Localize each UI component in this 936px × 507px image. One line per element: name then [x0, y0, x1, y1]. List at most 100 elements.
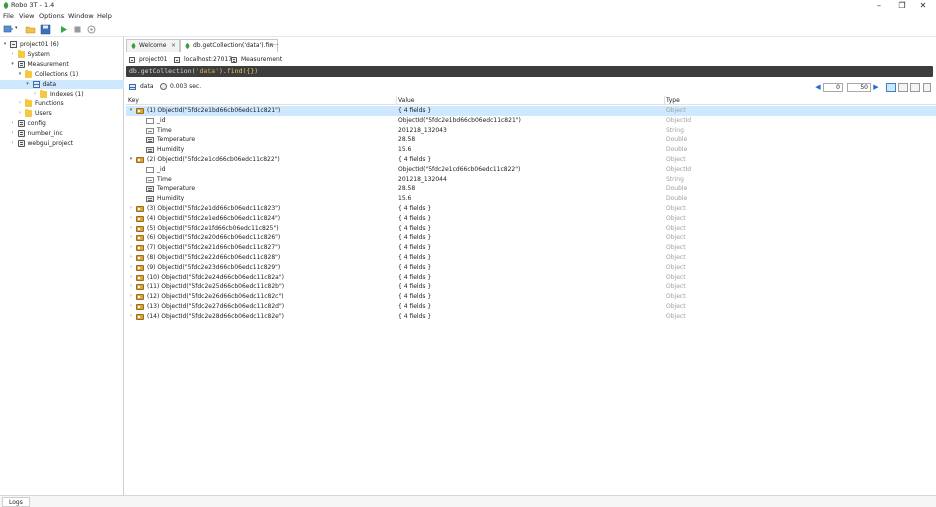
- chevron-right-icon[interactable]: ›: [17, 109, 23, 118]
- table-row[interactable]: › (14) ObjectId("5fdc2e28d66cb06edc11c82e…: [126, 312, 936, 322]
- chevron-down-icon[interactable]: ▾: [128, 106, 134, 116]
- table-row[interactable]: › (11) ObjectId("5fdc2e25d66cb06edc11c82b…: [126, 282, 936, 292]
- tree-item[interactable]: › Users: [0, 109, 124, 118]
- row-type: ObjectId: [666, 165, 692, 173]
- column-value[interactable]: Value: [398, 97, 414, 104]
- open-folder-icon[interactable]: [25, 24, 36, 35]
- table-row[interactable]: _id ObjectId("5fdc2e1bd66cb06edc11c821") O…: [126, 116, 936, 126]
- connect-icon[interactable]: [3, 24, 14, 35]
- tree-item[interactable]: ▾ data: [0, 79, 124, 89]
- limit-input[interactable]: 50: [847, 83, 871, 92]
- stop-icon[interactable]: [72, 24, 83, 35]
- chevron-right-icon[interactable]: ›: [128, 302, 134, 312]
- tab-query[interactable]: db.getCollection('data').fin··· ×: [180, 39, 279, 52]
- chevron-right-icon[interactable]: ›: [128, 253, 134, 263]
- tree-view-button[interactable]: [886, 83, 896, 92]
- tree-item[interactable]: › number_inc: [0, 129, 124, 138]
- menu-window[interactable]: Window: [68, 12, 94, 20]
- chevron-down-icon[interactable]: ▾: [2, 40, 8, 49]
- text-view-button[interactable]: [910, 83, 920, 92]
- tree-item[interactable]: ▾ Measurement: [0, 60, 124, 69]
- tree-item[interactable]: ▾ Collections (1): [0, 69, 124, 79]
- table-view-button[interactable]: [898, 83, 908, 92]
- tree-item[interactable]: ▾ project01 (6): [0, 40, 124, 49]
- chevron-right-icon[interactable]: ›: [128, 282, 134, 292]
- chevron-right-icon[interactable]: ›: [10, 139, 16, 148]
- chevron-right-icon[interactable]: ›: [128, 214, 134, 224]
- chevron-right-icon[interactable]: ›: [10, 129, 16, 138]
- chevron-down-icon[interactable]: ▾: [128, 155, 134, 165]
- query-editor[interactable]: db.getCollection('data').find({}): [126, 66, 933, 77]
- tree-item[interactable]: › webgui_project: [0, 139, 124, 148]
- table-row[interactable]: _id ObjectId("5fdc2e1cd66cb06edc11c822") O…: [126, 165, 936, 175]
- column-divider[interactable]: [396, 96, 397, 105]
- table-row[interactable]: › (6) ObjectId("5fdc2e20d66cb06edc11c826"…: [126, 233, 936, 243]
- logs-tab[interactable]: Logs: [2, 497, 30, 507]
- object-icon: [136, 294, 144, 301]
- connect-dropdown-icon[interactable]: ▾: [15, 25, 18, 31]
- tab-welcome[interactable]: Welcome ×: [126, 39, 180, 52]
- result-tree-grid: Key Value Type ▾ (1) ObjectId("5fdc2e1bd6…: [126, 96, 936, 495]
- explorer-tree: ▾ project01 (6) › System ▾ Measurement ▾ Collec…: [0, 37, 124, 495]
- tree-item-label: System: [27, 50, 50, 58]
- table-row[interactable]: › (9) ObjectId("5fdc2e23d66cb06edc11c829"…: [126, 263, 936, 273]
- table-row[interactable]: › (7) ObjectId("5fdc2e21d66cb06edc11c827"…: [126, 243, 936, 253]
- tab-close-icon[interactable]: ×: [171, 40, 176, 52]
- menu-options[interactable]: Options: [39, 12, 64, 20]
- chevron-right-icon[interactable]: ›: [128, 243, 134, 253]
- close-button[interactable]: ✕: [912, 0, 934, 11]
- menu-file[interactable]: File: [3, 12, 14, 20]
- tree-item-label: Functions: [35, 100, 64, 108]
- chevron-right-icon[interactable]: ›: [128, 312, 134, 322]
- chevron-right-icon[interactable]: ›: [128, 263, 134, 273]
- table-row[interactable]: Time 201218_132043 String: [126, 126, 936, 136]
- table-row[interactable]: Humidity 15.6 Double: [126, 194, 936, 204]
- table-row[interactable]: › (13) ObjectId("5fdc2e27d66cb06edc11c82d…: [126, 302, 936, 312]
- table-row[interactable]: Temperature 28.58 Double: [126, 135, 936, 145]
- tree-item[interactable]: › System: [0, 49, 124, 59]
- chevron-right-icon[interactable]: ›: [17, 99, 23, 108]
- table-row[interactable]: Humidity 15.6 Double: [126, 145, 936, 155]
- menu-view[interactable]: View: [19, 12, 34, 20]
- custom-view-button[interactable]: [923, 83, 931, 92]
- tab-close-icon[interactable]: ×: [269, 40, 274, 52]
- save-icon[interactable]: [40, 24, 51, 35]
- table-row[interactable]: › (8) ObjectId("5fdc2e22d66cb06edc11c828"…: [126, 253, 936, 263]
- chevron-down-icon[interactable]: ▾: [25, 80, 31, 89]
- table-row[interactable]: › (5) ObjectId("5fdc2e1fd66cb06edc11c825"…: [126, 224, 936, 234]
- chevron-down-icon[interactable]: ▾: [10, 60, 16, 69]
- chevron-down-icon[interactable]: ▾: [17, 70, 23, 79]
- next-page-button[interactable]: ▶: [872, 83, 880, 92]
- table-row[interactable]: ▾ (2) ObjectId("5fdc2e1cd66cb06edc11c822"…: [126, 155, 936, 165]
- chevron-right-icon[interactable]: ›: [128, 233, 134, 243]
- table-row[interactable]: Temperature 28.58 Double: [126, 184, 936, 194]
- table-row[interactable]: › (10) ObjectId("5fdc2e24d66cb06edc11c82a…: [126, 273, 936, 283]
- table-row[interactable]: › (4) ObjectId("5fdc2e1ed66cb06edc11c824"…: [126, 214, 936, 224]
- column-type[interactable]: Type: [666, 97, 680, 104]
- query-text[interactable]: db.getCollection('data').find({}): [129, 67, 258, 75]
- column-divider[interactable]: [664, 96, 665, 105]
- maximize-button[interactable]: ❐: [891, 0, 913, 11]
- column-key[interactable]: Key: [128, 97, 139, 104]
- chevron-right-icon[interactable]: ›: [10, 119, 16, 128]
- toggle-orientation-icon[interactable]: [86, 24, 97, 35]
- chevron-right-icon[interactable]: ›: [128, 292, 134, 302]
- tree-item[interactable]: › config: [0, 119, 124, 128]
- prev-page-button[interactable]: ◀: [814, 83, 822, 92]
- table-row[interactable]: › (12) ObjectId("5fdc2e26d66cb06edc11c82c…: [126, 292, 936, 302]
- tree-item[interactable]: › Indexes (1): [0, 89, 124, 99]
- host-icon: [174, 57, 180, 63]
- table-row[interactable]: ▾ (1) ObjectId("5fdc2e1bd66cb06edc11c821"…: [126, 106, 936, 116]
- execute-icon[interactable]: [58, 24, 69, 35]
- chevron-right-icon[interactable]: ›: [128, 204, 134, 214]
- minimize-button[interactable]: –: [868, 0, 890, 11]
- table-row[interactable]: › (3) ObjectId("5fdc2e1dd66cb06edc11c823"…: [126, 204, 936, 214]
- chevron-right-icon[interactable]: ›: [10, 50, 16, 59]
- menu-help[interactable]: Help: [97, 12, 112, 20]
- chevron-right-icon[interactable]: ›: [32, 90, 38, 99]
- chevron-right-icon[interactable]: ›: [128, 273, 134, 283]
- skip-input[interactable]: 0: [823, 83, 843, 92]
- table-row[interactable]: Time 201218_132044 String: [126, 175, 936, 185]
- tree-item[interactable]: › Functions: [0, 99, 124, 108]
- chevron-right-icon[interactable]: ›: [128, 224, 134, 234]
